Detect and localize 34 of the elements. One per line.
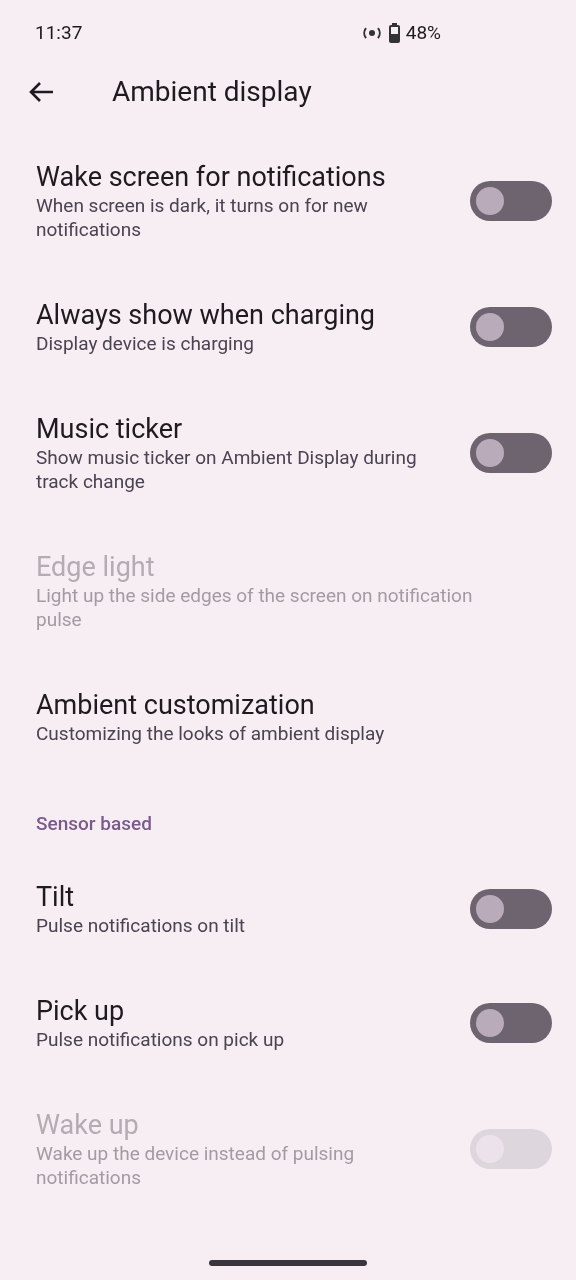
setting-title: Wake up xyxy=(36,1107,140,1142)
setting-description: Wake up the device instead of pulsing notifications xyxy=(36,1141,356,1190)
settings-item[interactable]: Wake screen for notifications When screen is dark, it turns on for new notifications xyxy=(0,132,576,270)
settings-item[interactable]: Ambient customization Customizing the looks of ambient display xyxy=(0,660,576,774)
setting-title: Pick up xyxy=(36,993,126,1028)
status-time: 11:37 xyxy=(35,19,83,46)
setting-description: Display device is charging xyxy=(36,332,255,356)
settings-item[interactable]: Music ticker Show music ticker on Ambient Display during track change xyxy=(0,384,576,522)
toggle-switch[interactable] xyxy=(470,1002,552,1043)
settings-item[interactable]: Always show when charging Display device is charging xyxy=(0,270,576,384)
setting-title: Wake screen for notifications xyxy=(36,160,387,194)
toggle-switch[interactable] xyxy=(470,307,552,347)
toggle-switch[interactable] xyxy=(470,433,552,473)
setting-description: Pulse notifications on pick up xyxy=(36,1027,286,1052)
setting-title: Music ticker xyxy=(36,412,184,446)
section-header: Sensor based xyxy=(36,812,152,835)
battery-percent: 48% xyxy=(405,19,441,46)
battery-icon xyxy=(388,23,400,43)
toggle-switch[interactable] xyxy=(470,888,552,929)
setting-description: Show music ticker on Ambient Display during track change xyxy=(36,446,418,494)
back-arrow-icon xyxy=(28,81,54,103)
setting-description: Light up the side edges of the screen on notification pulse xyxy=(36,584,474,632)
page-title: Ambient display xyxy=(112,74,312,110)
setting-title: Always show when charging xyxy=(36,298,377,332)
setting-description: Customizing the looks of ambient display xyxy=(36,722,386,746)
settings-item[interactable]: Tilt Pulse notifications on tilt xyxy=(0,851,576,966)
setting-description: When screen is dark, it turns on for new notifications xyxy=(36,194,369,242)
settings-item[interactable]: Pick up Pulse notifications on pick up xyxy=(0,965,576,1080)
setting-title: Edge light xyxy=(36,550,156,584)
navigation-handle[interactable] xyxy=(209,1260,367,1266)
toggle-switch[interactable] xyxy=(470,181,552,221)
setting-title: Ambient customization xyxy=(36,688,316,722)
setting-title: Tilt xyxy=(36,879,76,914)
setting-description: Pulse notifications on tilt xyxy=(36,913,247,938)
